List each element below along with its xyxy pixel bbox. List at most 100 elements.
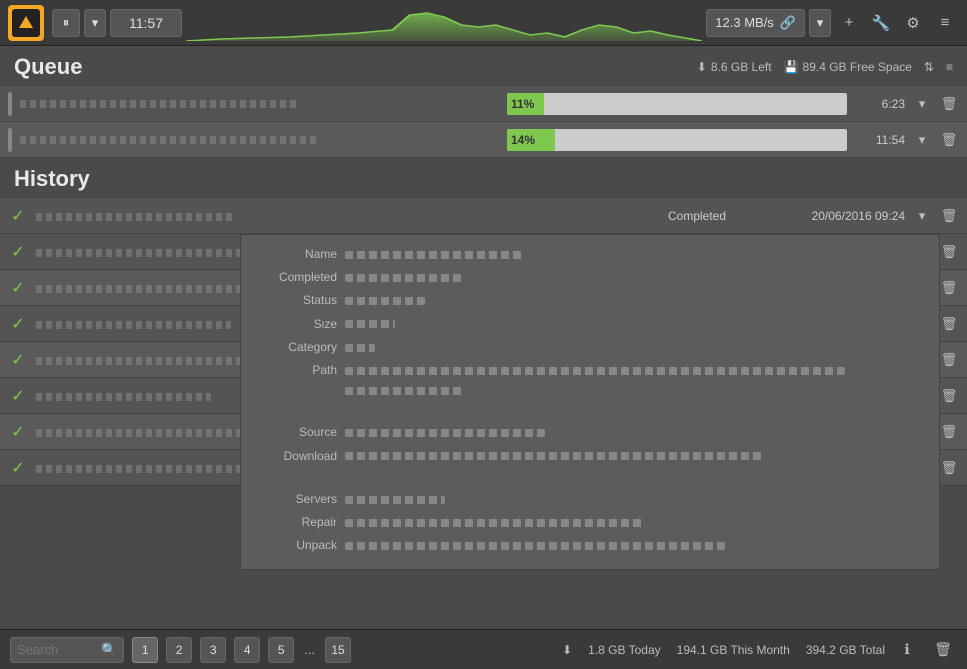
queue-section: Queue ⬇ 8.6 GB Left 💾 89.4 GB Free Space… [0, 46, 967, 158]
history-row-delete[interactable]: 🗑 [939, 352, 959, 368]
queue-menu-icon[interactable]: ≡ [946, 60, 953, 74]
detail-download-label: Download [257, 447, 337, 466]
queue-row: 11% 639 MB / 5367 MB 6:23 ▾ 🗑 [0, 86, 967, 122]
queue-sizes: 702 MB / 4777 MB [555, 133, 847, 147]
queue-title: Queue [14, 54, 82, 80]
queue-color-bar [8, 128, 12, 152]
page-3-button[interactable]: 3 [200, 637, 226, 663]
search-box: 🔍 [10, 637, 124, 663]
wrench-button[interactable]: 🔧 [867, 9, 895, 37]
sort-icon[interactable]: ⇅ [924, 60, 934, 74]
queue-pct: 14% [511, 133, 535, 147]
page-last-button[interactable]: 15 [325, 637, 351, 663]
history-row-delete[interactable]: 🗑 [939, 424, 959, 440]
history-checkmark: ✓ [8, 206, 28, 226]
detail-name-label: Name [257, 245, 337, 264]
history-row-delete[interactable]: 🗑 [939, 388, 959, 404]
queue-progress-bar: 11% 639 MB / 5367 MB [507, 93, 847, 115]
detail-servers-value [345, 490, 923, 509]
download-icon: ⬇ [697, 60, 707, 74]
history-row-expanded-container: ✓ Completed 20/06/2016 09:24 ▾ 🗑 Name Co… [0, 198, 967, 234]
speed-dropdown-button[interactable]: ▾ [809, 9, 831, 37]
logo[interactable] [8, 5, 44, 41]
disk-icon: 💾 [784, 60, 799, 74]
queue-row-delete[interactable]: 🗑 [939, 132, 959, 148]
queue-row-delete[interactable]: 🗑 [939, 96, 959, 112]
speed-display: 12.3 MB/s 🔗 [706, 9, 805, 37]
detail-path-value [345, 361, 923, 399]
queue-row-dropdown[interactable]: ▾ [913, 96, 931, 112]
speed-value: 12.3 MB/s [715, 15, 774, 30]
queue-name-squiggle [20, 100, 300, 108]
history-name-squiggle [36, 213, 236, 221]
queue-free: 💾 89.4 GB Free Space [784, 60, 912, 74]
page-2-button[interactable]: 2 [166, 637, 192, 663]
history-checkmark: ✓ [8, 314, 28, 334]
queue-pct: 11% [511, 97, 534, 111]
history-row-delete[interactable]: 🗑 [939, 460, 959, 476]
history-checkmark: ✓ [8, 242, 28, 262]
history-detail-panel: Name Completed Status Size Category Path [240, 234, 940, 570]
detail-size-value [345, 315, 923, 334]
history-row-delete[interactable]: 🗑 [939, 316, 959, 332]
history-date: 20/06/2016 09:24 [755, 209, 905, 223]
detail-completed-value [345, 268, 923, 287]
queue-name-squiggle [20, 136, 320, 144]
detail-download-value [345, 447, 923, 466]
history-checkmark: ✓ [8, 386, 28, 406]
history-checkmark: ✓ [8, 278, 28, 298]
detail-repair-value [345, 513, 923, 532]
settings-button[interactable]: ⚙ [899, 9, 927, 37]
detail-repair-label: Repair [257, 513, 337, 532]
detail-size-label: Size [257, 315, 337, 334]
main-content: Queue ⬇ 8.6 GB Left 💾 89.4 GB Free Space… [0, 46, 967, 669]
search-input[interactable] [17, 642, 97, 657]
detail-path-label: Path [257, 361, 337, 399]
history-header: History [0, 158, 967, 198]
detail-name-value [345, 245, 923, 264]
history-checkmark: ✓ [8, 458, 28, 478]
detail-source-value [345, 423, 923, 442]
queue-color-bar [8, 92, 12, 116]
queue-controls: ⬇ 8.6 GB Left 💾 89.4 GB Free Space ⇅ ≡ [697, 60, 953, 74]
pause-button[interactable]: ⏸ [52, 9, 80, 37]
detail-status-label: Status [257, 291, 337, 310]
history-row-delete[interactable]: 🗑 [939, 244, 959, 260]
history-row: ✓ Completed 20/06/2016 09:24 ▾ 🗑 [0, 198, 967, 234]
detail-source-label: Source [257, 423, 337, 442]
pause-dropdown-button[interactable]: ▾ [84, 9, 106, 37]
history-checkmark: ✓ [8, 350, 28, 370]
footer-delete-button[interactable]: 🗑 [929, 636, 957, 664]
detail-unpack-value [345, 536, 923, 555]
history-title: History [14, 166, 90, 192]
page-ellipsis: ... [302, 642, 317, 657]
footer: 🔍 1 2 3 4 5 ... 15 ⬇ 1.8 GB Today 194.1 … [0, 629, 967, 669]
queue-row-dropdown[interactable]: ▾ [913, 132, 931, 148]
add-button[interactable]: + [835, 9, 863, 37]
history-row-delete[interactable]: 🗑 [939, 280, 959, 296]
page-1-button[interactable]: 1 [132, 637, 158, 663]
detail-category-value [345, 338, 923, 357]
page-4-button[interactable]: 4 [234, 637, 260, 663]
footer-info-button[interactable]: ℹ [893, 636, 921, 664]
detail-unpack-label: Unpack [257, 536, 337, 555]
page-5-button[interactable]: 5 [268, 637, 294, 663]
timer-display: 11:57 [110, 9, 182, 37]
detail-status-value [345, 291, 923, 310]
queue-item-name [20, 134, 499, 146]
history-row-delete[interactable]: 🗑 [939, 208, 959, 224]
stat-download-icon: ⬇ [562, 643, 572, 657]
history-section: History ✓ Completed 20/06/2016 09:24 ▾ 🗑… [0, 158, 967, 486]
menu-button[interactable]: ≡ [931, 9, 959, 37]
queue-row: 14% 702 MB / 4777 MB 11:54 ▾ 🗑 [0, 122, 967, 158]
footer-stat-month: 194.1 GB This Month [677, 643, 790, 657]
history-item-name [36, 208, 639, 223]
time-value: 11:57 [129, 15, 163, 31]
queue-time: 6:23 [855, 97, 905, 111]
queue-left: ⬇ 8.6 GB Left [697, 60, 772, 74]
speed-graph [186, 5, 702, 41]
queue-progress-bar: 14% 702 MB / 4777 MB [507, 129, 847, 151]
history-row-dropdown[interactable]: ▾ [913, 208, 931, 224]
detail-completed-label: Completed [257, 268, 337, 287]
queue-header: Queue ⬇ 8.6 GB Left 💾 89.4 GB Free Space… [0, 46, 967, 86]
